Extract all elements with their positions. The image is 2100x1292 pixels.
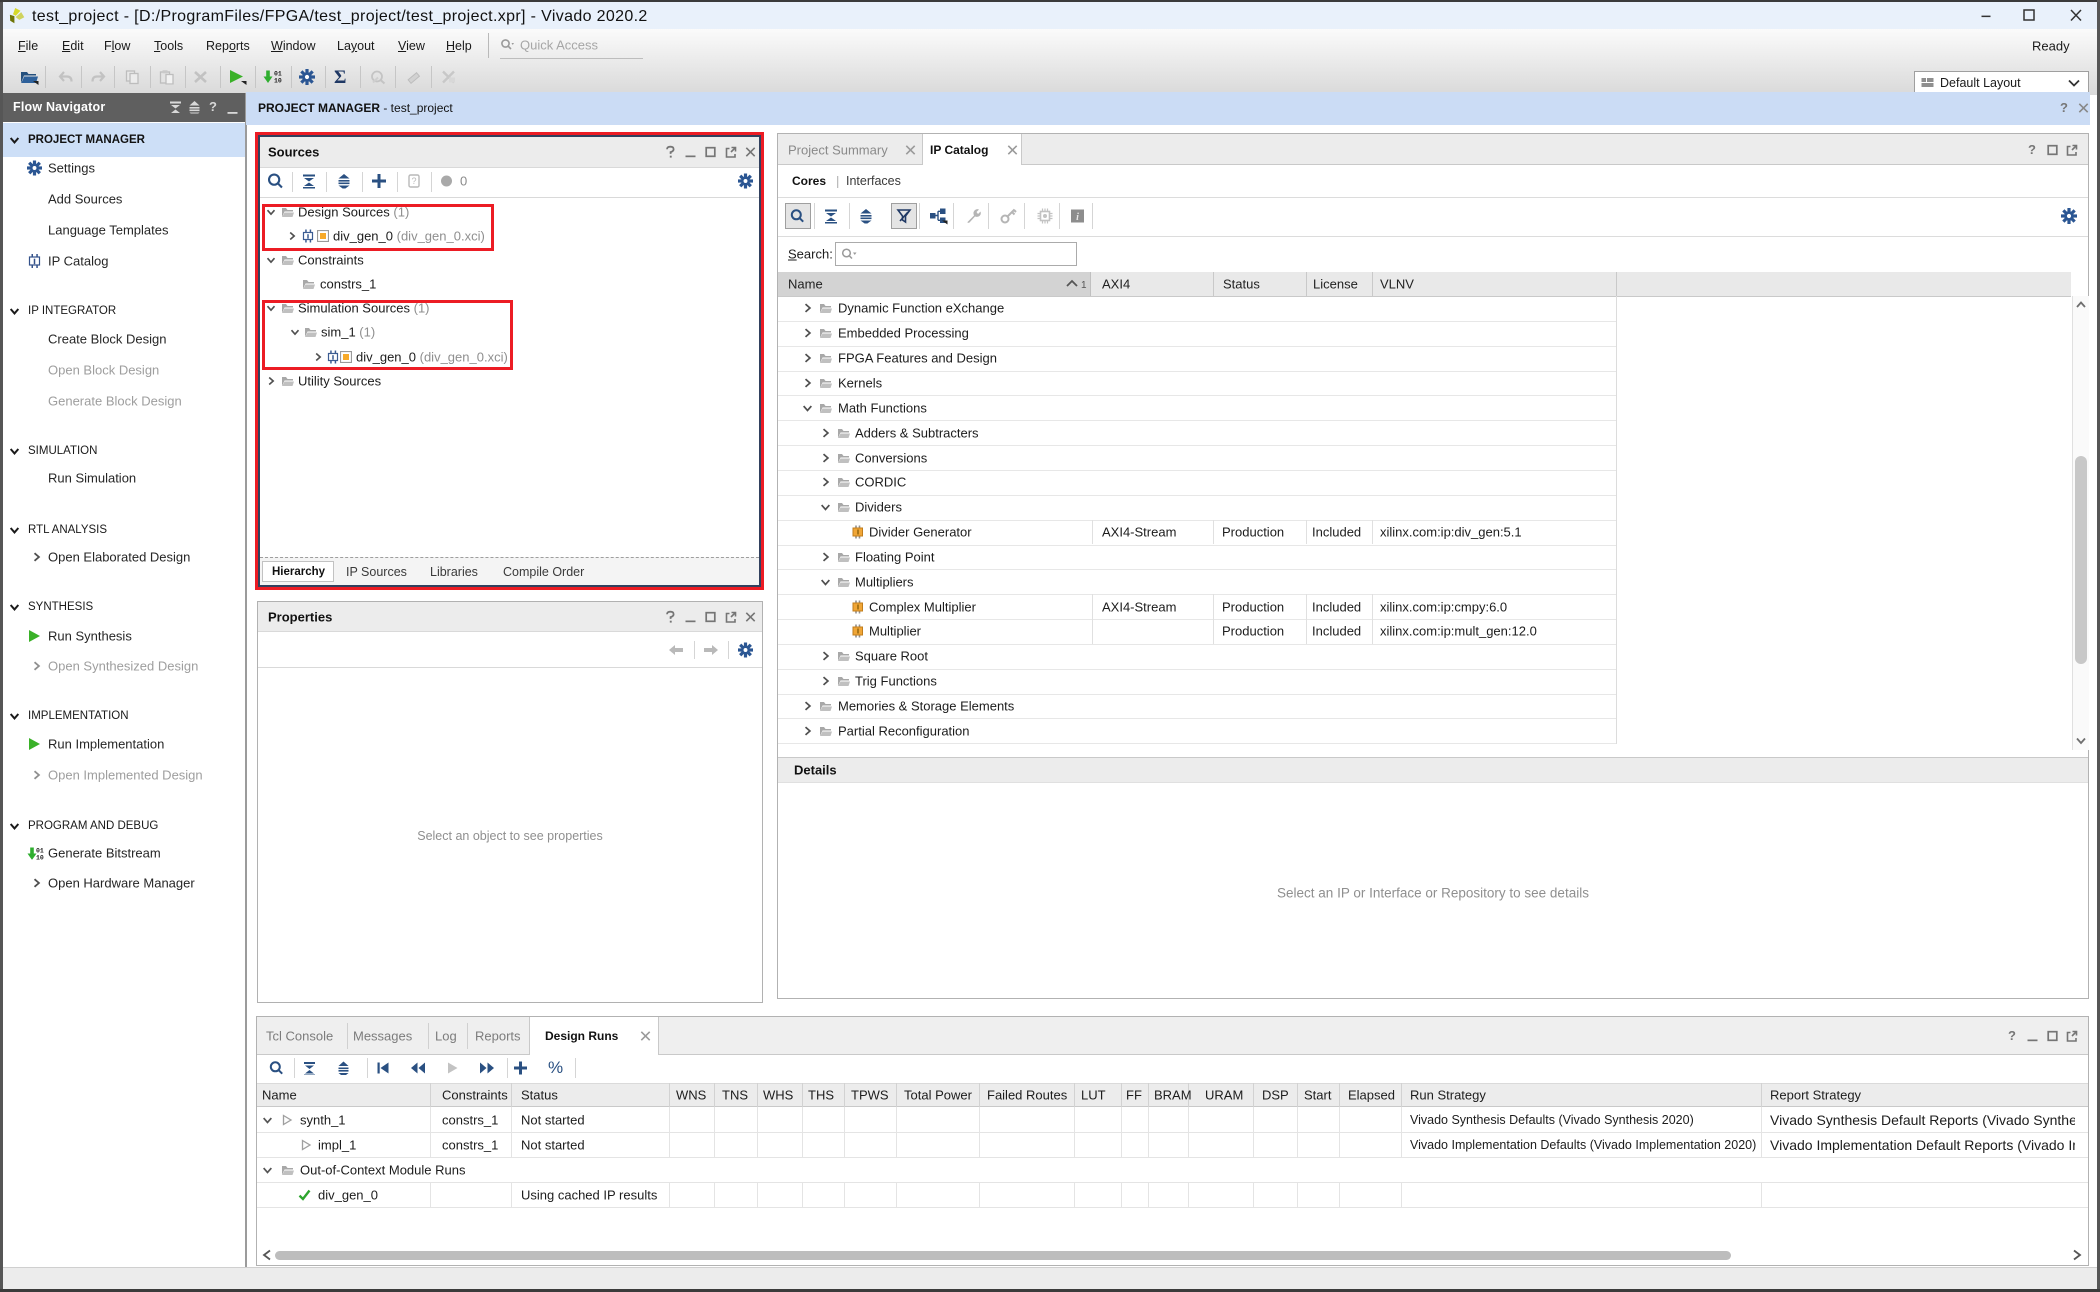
svg-text:?: ? xyxy=(411,176,416,186)
svg-text:10: 10 xyxy=(36,855,44,860)
svg-text:01: 01 xyxy=(36,848,44,855)
svg-text:10: 10 xyxy=(274,78,282,85)
svg-text:i: i xyxy=(1076,212,1079,223)
svg-text:01: 01 xyxy=(274,71,282,78)
svg-text:1: 1 xyxy=(1081,280,1087,291)
